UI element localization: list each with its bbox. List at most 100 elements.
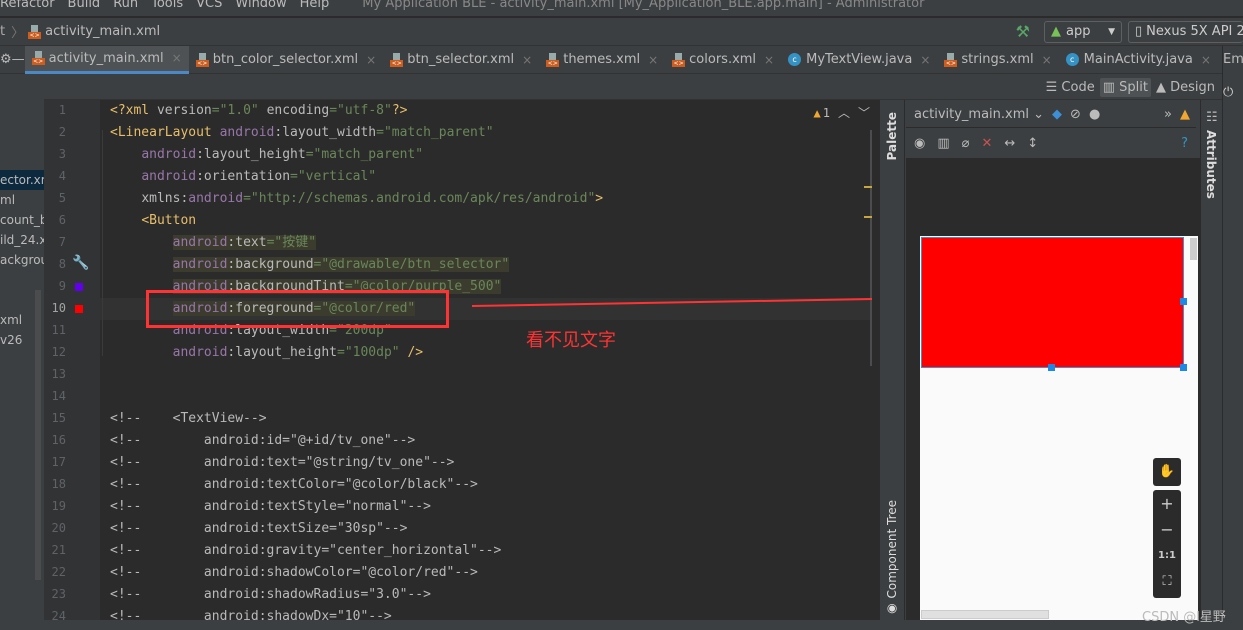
view-mode-split[interactable]: ▥ Split xyxy=(1099,77,1151,97)
device-select[interactable]: ▯ Nexus 5X API 2 xyxy=(1128,20,1243,43)
close-icon[interactable]: × xyxy=(1042,53,1052,67)
code-token: encoding xyxy=(266,103,330,118)
android-icon: ▲ xyxy=(1051,24,1061,39)
annotation-text: 看不见文字 xyxy=(526,330,616,351)
code-token: :layout_height xyxy=(196,147,306,162)
build-hammer-icon[interactable]: ⚒ xyxy=(1016,22,1030,41)
theme-icon[interactable]: ● xyxy=(1089,107,1100,122)
layers-icon[interactable]: ◆ xyxy=(1052,107,1062,122)
device-screen[interactable]: ✋ + − 1:1 ⛶ xyxy=(920,236,1198,620)
tab-btn_selector-xml[interactable]: btn_selector.xml × xyxy=(383,46,539,74)
split-label: Split xyxy=(1119,79,1148,95)
resize-handle[interactable] xyxy=(1048,364,1055,371)
chevron-down-icon[interactable]: ﹀ xyxy=(858,104,870,121)
tab-activity_main-xml[interactable]: activity_main.xml × xyxy=(24,45,189,74)
menu-item[interactable]: Run xyxy=(113,0,138,12)
view-mode-design[interactable]: ▲ Design xyxy=(1153,80,1218,95)
zoom-out-button[interactable]: − xyxy=(1153,516,1181,542)
layout-file-label: activity_main.xml xyxy=(914,107,1030,122)
design-canvas[interactable]: ✋ + − 1:1 ⛶ xyxy=(906,158,1200,620)
attributes-settings-icon[interactable]: ☷ xyxy=(1206,110,1222,125)
vertical-arrows-icon[interactable]: ↕ xyxy=(1027,136,1038,151)
zoom-in-button[interactable]: + xyxy=(1153,490,1181,516)
tab-themes-xml[interactable]: themes.xml × xyxy=(539,46,665,74)
close-icon[interactable]: × xyxy=(522,53,532,67)
close-icon[interactable]: × xyxy=(648,53,658,67)
menu-item[interactable]: Tools xyxy=(151,0,183,12)
tab-colors-xml[interactable]: colors.xml × xyxy=(665,46,781,74)
menu-item[interactable]: Window xyxy=(235,0,286,12)
more-icon[interactable]: » xyxy=(1164,107,1172,122)
close-icon[interactable]: × xyxy=(172,51,182,65)
run-config-select[interactable]: ▲ app ▼ xyxy=(1044,20,1122,43)
menu-item[interactable]: Help xyxy=(300,0,330,12)
close-icon[interactable]: × xyxy=(366,53,376,67)
color-swatch-icon[interactable] xyxy=(75,305,83,313)
emulator-tab[interactable]: Em xyxy=(1223,52,1243,67)
line-number: 22 xyxy=(51,565,66,579)
code-token: android xyxy=(141,169,197,184)
view-mode-code[interactable]: ☰ Code xyxy=(1043,80,1098,95)
resize-handle[interactable] xyxy=(1180,298,1187,305)
clear-constraints-icon[interactable]: ✕ xyxy=(981,136,992,151)
magnet-off-icon[interactable]: ⌀ xyxy=(962,136,970,151)
zoom-fit-button[interactable]: ⛶ xyxy=(1153,568,1181,594)
menu-item[interactable]: VCS xyxy=(196,0,222,12)
tab-btn_color_selector-xml[interactable]: btn_color_selector.xml × xyxy=(189,46,384,74)
code-token: <!-- android:id="@+id/tv_one"--> xyxy=(110,433,416,448)
project-item[interactable] xyxy=(0,270,44,290)
horizontal-scrollbar[interactable] xyxy=(921,610,1049,619)
tab-strings-xml[interactable]: strings.xml × xyxy=(937,46,1058,74)
menu-item[interactable]: Refactor xyxy=(0,0,55,12)
tab-label: btn_color_selector.xml xyxy=(212,52,359,67)
chevron-down-icon: ▼ xyxy=(1108,26,1115,37)
attributes-tab[interactable]: Attributes xyxy=(1204,130,1218,199)
chevron-up-icon[interactable]: ︿ xyxy=(838,104,850,121)
wrench-icon[interactable]: 🔧 xyxy=(72,255,89,271)
component-tree-tab[interactable]: ◉ Component Tree xyxy=(885,500,899,616)
code-line: <!-- android:textStyle="normal"--> xyxy=(110,496,431,518)
line-number: 20 xyxy=(51,521,66,535)
zoom-actual-size-button[interactable]: 1:1 xyxy=(1153,542,1181,568)
project-item[interactable]: ild_24.x xyxy=(0,230,44,250)
inspection-widget[interactable]: ▲ 1 ︿ ﹀ xyxy=(814,104,871,121)
vertical-scrollbar[interactable] xyxy=(1190,238,1197,260)
java-class-icon: c xyxy=(788,53,802,66)
breadcrumb-file[interactable]: activity_main.xml xyxy=(45,24,160,39)
code-token: :layout_width xyxy=(274,125,377,140)
project-scrollbar[interactable] xyxy=(35,290,41,580)
color-swatch-icon[interactable] xyxy=(75,283,83,291)
layout-file-select[interactable]: activity_main.xml ⌄ xyxy=(914,107,1044,122)
columns-icon[interactable]: ▥ xyxy=(937,136,949,151)
code-editor[interactable]: <?xml version="1.0" encoding="utf-8"?> <L… xyxy=(100,100,872,620)
line-number: 18 xyxy=(51,477,66,491)
editor-scrollbar[interactable] xyxy=(870,130,872,366)
close-icon[interactable]: × xyxy=(1201,53,1211,67)
close-icon[interactable]: × xyxy=(920,53,930,67)
close-icon[interactable]: × xyxy=(764,53,774,67)
orientation-icon[interactable]: ⊘ xyxy=(1070,107,1081,122)
project-item[interactable]: ackgrou xyxy=(0,250,44,270)
button-preview[interactable] xyxy=(921,237,1184,368)
tab-MainActivity-java[interactable]: c MainActivity.java × xyxy=(1059,46,1218,74)
tab-MyTextView-java[interactable]: c MyTextView.java × xyxy=(781,46,937,74)
warning-icon[interactable]: ▲ xyxy=(1180,107,1190,122)
menu-item[interactable]: Build xyxy=(68,0,101,12)
palette-tab[interactable]: Palette xyxy=(885,112,899,160)
pan-button[interactable]: ✋ xyxy=(1153,458,1181,486)
project-item[interactable]: ector.xm xyxy=(0,170,44,190)
device-label: Nexus 5X API 2 xyxy=(1146,24,1243,39)
eye-icon[interactable]: ◉ xyxy=(914,136,925,151)
breadcrumb-prefix[interactable]: t xyxy=(0,24,5,39)
resize-handle[interactable] xyxy=(1180,364,1187,371)
code-token: ?> xyxy=(391,103,408,118)
gear-icon[interactable]: ⚙ xyxy=(0,52,12,67)
project-item[interactable]: ml xyxy=(0,190,44,210)
minimize-icon[interactable]: — xyxy=(12,52,25,67)
horizontal-arrows-icon[interactable]: ↔ xyxy=(1004,136,1015,151)
editor-tabs: ⚙ — activity_main.xml×btn_color_selector… xyxy=(0,45,1243,74)
power-icon[interactable]: ⏻ xyxy=(1223,85,1243,100)
help-icon[interactable]: ? xyxy=(1181,136,1188,151)
code-token: <!-- android:shadowRadius="3.0"--> xyxy=(110,587,431,602)
project-item[interactable]: count_b xyxy=(0,210,44,230)
